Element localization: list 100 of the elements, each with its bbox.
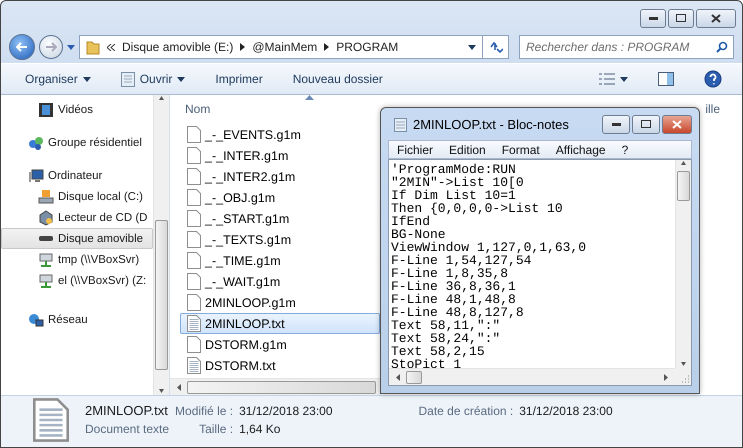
sidebar-item[interactable]: Groupe résidentiel xyxy=(1,132,153,153)
text-document-icon xyxy=(187,315,201,332)
scroll-thumb[interactable] xyxy=(187,380,376,394)
toolbar-button[interactable]: Nouveau dossier xyxy=(288,70,387,88)
file-row[interactable]: _-_EVENTS.g1m xyxy=(180,124,380,145)
file-name: _-_WAIT.g1m xyxy=(205,274,280,288)
code-line: StoPict 1 xyxy=(391,358,462,368)
toolbar-button[interactable]: Organiser xyxy=(21,70,95,88)
minimize-button[interactable] xyxy=(640,8,666,28)
file-name: _-_TIME.g1m xyxy=(205,254,281,268)
blank-document-icon xyxy=(187,273,201,290)
forward-button[interactable] xyxy=(39,35,63,59)
code-line: IfEnd xyxy=(391,215,432,228)
code-line: F-Line 36,8,36,1 xyxy=(391,280,517,293)
sidebar-item[interactable]: tmp (\\VBoxSvr) xyxy=(1,249,153,270)
globe-icon xyxy=(28,312,44,328)
chevrons-left-icon xyxy=(107,44,115,50)
notepad-icon xyxy=(120,71,135,87)
file-row[interactable]: DSTORM.g1m xyxy=(180,334,380,355)
sidebar-item[interactable]: Vidéos xyxy=(1,99,153,120)
code-line: If Dim List 10=1 xyxy=(391,189,516,202)
menu-item[interactable]: Edition xyxy=(449,142,486,156)
file-row[interactable]: _-_TIME.g1m xyxy=(180,250,380,271)
text-document-icon xyxy=(187,357,201,374)
scroll-thumb[interactable] xyxy=(677,171,690,201)
sidebar-item[interactable]: Réseau xyxy=(1,309,153,330)
back-button[interactable] xyxy=(9,34,35,60)
file-type: Document texte xyxy=(85,422,170,436)
sidebar-item[interactable]: Lecteur de CD (D xyxy=(1,207,153,228)
file-row[interactable]: _-_INTER2.g1m xyxy=(180,166,380,187)
pane-icon xyxy=(658,72,674,86)
sidebar-label: Vidéos xyxy=(58,104,93,116)
code-line: F-Line 1,54,127,54 xyxy=(391,254,532,267)
maximize-icon xyxy=(676,14,686,22)
menu-item[interactable]: Format xyxy=(502,142,540,156)
blank-document-icon xyxy=(187,168,201,185)
scroll-thumb[interactable] xyxy=(406,370,422,384)
scrollbar[interactable] xyxy=(153,95,169,395)
column-header[interactable]: Nom xyxy=(185,102,210,121)
blank-document-icon xyxy=(187,189,201,206)
menu-item[interactable]: Fichier xyxy=(397,142,434,156)
scrollbar[interactable] xyxy=(675,160,691,368)
code-line: F-Line 1,8,35,8 xyxy=(391,267,508,280)
file-name: DSTORM.g1m xyxy=(205,338,287,352)
code-line: ViewWindow 1,127,0,1,63,0 xyxy=(391,241,588,254)
file-row[interactable]: DSTORM.txt xyxy=(180,355,380,376)
menu-item[interactable]: Affichage xyxy=(556,142,606,156)
file-name: DSTORM.txt xyxy=(205,358,276,372)
close-button[interactable] xyxy=(696,8,736,28)
cd-drive-icon xyxy=(38,210,54,226)
address-bar[interactable]: Disque amovible (E:) @MainMem PROGRAM xyxy=(79,35,483,59)
file-row[interactable]: _-_OBJ.g1m xyxy=(180,187,380,208)
caret-icon xyxy=(82,76,91,82)
toolbar-button[interactable]: Ouvrir xyxy=(116,69,190,89)
maximize-button[interactable] xyxy=(668,8,694,28)
code-line: Text 58,24,":" xyxy=(391,332,502,345)
toolbar-button[interactable]: Imprimer xyxy=(211,70,267,88)
hard-disk-icon xyxy=(38,188,54,204)
file-name: _-_OBJ.g1m xyxy=(205,190,276,204)
file-row[interactable]: _-_INTER.g1m xyxy=(180,145,380,166)
sidebar-item[interactable]: Disque local (C:) xyxy=(1,186,153,207)
file-row[interactable]: 2MINLOOP.g1m xyxy=(180,292,380,313)
blank-document-icon xyxy=(187,336,201,353)
horizontal-scrollbar[interactable] xyxy=(389,368,675,385)
sidebar-label: Lecteur de CD (D xyxy=(58,212,148,224)
film-icon xyxy=(38,102,54,118)
caret-icon[interactable] xyxy=(468,44,476,50)
file-name: _-_INTER.g1m xyxy=(205,148,288,162)
network-drive-icon xyxy=(38,272,54,288)
scroll-thumb[interactable] xyxy=(155,220,168,370)
breadcrumb[interactable]: PROGRAM xyxy=(336,40,398,54)
minimize-button[interactable] xyxy=(602,114,630,134)
file-row[interactable]: _-_WAIT.g1m xyxy=(180,271,380,292)
chevron-icon xyxy=(240,43,246,51)
arrow-icon xyxy=(664,374,669,380)
sidebar-label: tmp (\\VBoxSvr) xyxy=(58,254,140,266)
file-row[interactable]: _-_START.g1m xyxy=(180,208,380,229)
sidebar-label: Réseau xyxy=(48,314,88,326)
field-label: Taille : xyxy=(198,422,234,436)
field-label: Modifié le : xyxy=(175,404,234,418)
sidebar-item[interactable]: Ordinateur xyxy=(1,165,153,186)
sidebar-item[interactable]: Disque amovible xyxy=(1,228,153,249)
sidebar-item[interactable]: el (\\VBoxSvr) (Z: xyxy=(1,270,153,291)
blank-document-icon xyxy=(187,147,201,164)
window-title: 2MINLOOP.txt - Bloc-notes xyxy=(413,116,570,132)
file-row[interactable]: _-_TEXTS.g1m xyxy=(180,229,380,250)
column-header[interactable]: ille xyxy=(705,102,720,121)
breadcrumb[interactable]: Disque amovible (E:) xyxy=(122,40,234,54)
file-row[interactable]: 2MINLOOP.txt xyxy=(180,313,380,334)
file-name: 2MINLOOP.g1m xyxy=(205,296,296,310)
computer-icon xyxy=(28,168,44,184)
arrow-icon xyxy=(681,361,686,368)
refresh-button[interactable] xyxy=(483,35,509,59)
maximize-button[interactable] xyxy=(632,114,660,134)
text-document-icon xyxy=(33,398,69,442)
breadcrumb[interactable]: @MainMem xyxy=(252,40,318,54)
horizontal-scrollbar[interactable] xyxy=(170,378,382,395)
blank-document-icon xyxy=(187,231,201,248)
menu-item[interactable]: ? xyxy=(622,142,628,156)
search-field[interactable]: Rechercher dans : PROGRAM xyxy=(519,35,734,59)
